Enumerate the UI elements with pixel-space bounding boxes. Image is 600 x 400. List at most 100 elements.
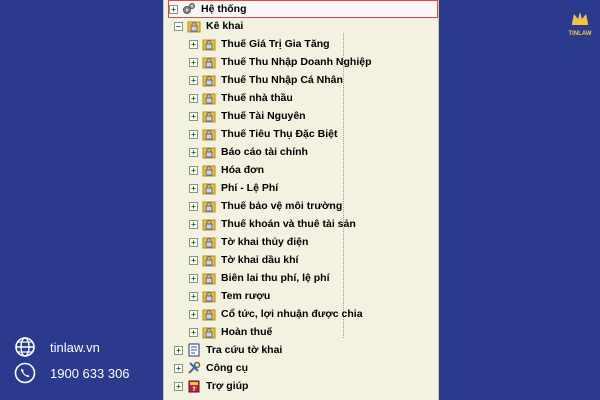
expand-icon[interactable]: +: [189, 237, 198, 247]
tree-item-label: Thuế bảo vệ môi trường: [221, 200, 343, 212]
tree-item-label: Trợ giúp: [206, 380, 249, 392]
navigation-tree-panel: + Hệ thống − Kê khai + Thuế Giá Trị Gia …: [163, 0, 439, 400]
expand-icon[interactable]: +: [189, 201, 198, 211]
folder-lock-icon: [202, 253, 216, 267]
folder-lock-icon: [202, 307, 216, 321]
tree-item-label: Tờ khai dầu khí: [221, 254, 299, 266]
tree-item-label: Thuế Tài Nguyên: [221, 110, 306, 122]
settings-gears-icon: [182, 2, 196, 16]
tree-item-label: Thuế nhà thầu: [221, 92, 293, 104]
expand-icon[interactable]: +: [174, 345, 183, 355]
website-contact[interactable]: tinlaw.vn: [14, 336, 100, 358]
folder-lock-icon: [202, 127, 216, 141]
expand-icon[interactable]: +: [189, 183, 198, 193]
folder-lock-icon: [202, 37, 216, 51]
expand-icon[interactable]: +: [189, 165, 198, 175]
tree-item-label: Hóa đơn: [221, 164, 265, 176]
expand-icon[interactable]: +: [189, 57, 198, 67]
tree-item-liquor-stamp[interactable]: + Tem rượu: [189, 287, 270, 305]
crown-icon: [572, 12, 588, 25]
tree-item-environment-tax[interactable]: + Thuế bảo vệ môi trường: [189, 197, 342, 215]
tree-item-label: Hệ thống: [201, 3, 247, 15]
tree-item-label: Cổ tức, lợi nhuận được chia: [221, 308, 363, 320]
folder-lock-icon: [202, 109, 216, 123]
tree-item-label: Thuế Tiêu Thụ Đặc Biệt: [221, 128, 338, 140]
brand-logo-text: TINLAW: [568, 31, 592, 37]
expand-icon[interactable]: +: [189, 273, 198, 283]
tree-item-contractor-tax[interactable]: + Thuế nhà thầu: [189, 89, 293, 107]
tree-item-label: Kê khai: [206, 20, 244, 32]
phone-contact[interactable]: 1900 633 306: [14, 362, 130, 384]
svg-text:?: ?: [192, 386, 196, 393]
folder-lock-icon: [202, 55, 216, 69]
tree-item-special-consumption-tax[interactable]: + Thuế Tiêu Thụ Đặc Biệt: [189, 125, 337, 143]
expand-icon[interactable]: +: [189, 129, 198, 139]
folder-lock-icon: [202, 217, 216, 231]
tree-item-label: Tra cứu tờ khai: [206, 344, 283, 356]
folder-lock-icon: [202, 325, 216, 339]
folder-lock-icon: [202, 271, 216, 285]
tree-item-oil-gas[interactable]: + Tờ khai dầu khí: [189, 251, 298, 269]
brand-logo: TINLAW: [563, 10, 597, 42]
tree-item-pit[interactable]: + Thuế Thu Nhập Cá Nhân: [189, 71, 343, 89]
folder-lock-icon: [187, 19, 201, 33]
expand-icon[interactable]: +: [189, 327, 198, 337]
folder-lock-icon: [202, 199, 216, 213]
folder-lock-icon: [202, 91, 216, 105]
tree-item-financial-report[interactable]: + Báo cáo tài chính: [189, 143, 308, 161]
expand-icon[interactable]: +: [189, 93, 198, 103]
expand-icon[interactable]: +: [189, 147, 198, 157]
folder-lock-icon: [202, 163, 216, 177]
tree-item-cit[interactable]: + Thuế Thu Nhập Doanh Nghiệp: [189, 53, 372, 71]
tree-item-tax-refund[interactable]: + Hoàn thuế: [189, 323, 272, 341]
tree-item-tra-cuu-to-khai[interactable]: + Tra cứu tờ khai: [174, 341, 282, 359]
tree-item-he-thong[interactable]: + Hệ thống: [168, 0, 438, 18]
tree-item-label: Thuế Giá Trị Gia Tăng: [221, 38, 330, 50]
tree-item-ke-khai[interactable]: − Kê khai: [174, 17, 243, 35]
tree-guide-line: [343, 33, 344, 338]
tree-item-invoice[interactable]: + Hóa đơn: [189, 161, 264, 179]
tree-item-label: Tem rượu: [221, 290, 271, 302]
help-book-icon: ?: [187, 379, 201, 393]
tree-item-lump-sum-tax[interactable]: + Thuế khoán và thuê tài sản: [189, 215, 356, 233]
expand-icon[interactable]: +: [189, 111, 198, 121]
tree-item-vat[interactable]: + Thuế Giá Trị Gia Tăng: [189, 35, 330, 53]
tree-item-tro-giup[interactable]: + ? Trợ giúp: [174, 377, 248, 395]
website-text: tinlaw.vn: [50, 339, 100, 355]
tree-item-cong-cu[interactable]: + Công cụ: [174, 359, 248, 377]
tree-item-fees[interactable]: + Phí - Lệ Phí: [189, 179, 278, 197]
expand-icon[interactable]: +: [189, 255, 198, 265]
tree-item-label: Biên lai thu phí, lệ phí: [221, 272, 330, 284]
tree-item-resource-tax[interactable]: + Thuế Tài Nguyên: [189, 107, 306, 125]
globe-icon: [14, 336, 36, 358]
tree-item-label: Báo cáo tài chính: [221, 146, 308, 158]
tree-item-label: Thuế Thu Nhập Cá Nhân: [221, 74, 343, 86]
tree-item-label: Thuế khoán và thuê tài sản: [221, 218, 356, 230]
folder-lock-icon: [202, 181, 216, 195]
tree-item-label: Hoàn thuế: [221, 326, 273, 338]
tree-item-label: Công cụ: [206, 362, 248, 374]
tree-item-hydropower[interactable]: + Tờ khai thủy điện: [189, 233, 308, 251]
expand-icon[interactable]: +: [189, 75, 198, 85]
folder-lock-icon: [202, 73, 216, 87]
collapse-icon[interactable]: −: [174, 21, 183, 31]
tree-item-label: Phí - Lệ Phí: [221, 182, 279, 194]
expand-icon[interactable]: +: [174, 381, 183, 391]
phone-text: 1900 633 306: [50, 365, 130, 381]
folder-lock-icon: [202, 235, 216, 249]
tree-item-label: Tờ khai thủy điện: [221, 236, 309, 248]
expand-icon[interactable]: +: [189, 39, 198, 49]
expand-icon[interactable]: +: [189, 309, 198, 319]
phone-icon: [14, 362, 36, 384]
tree-item-label: Thuế Thu Nhập Doanh Nghiệp: [221, 56, 372, 68]
tree-item-dividends[interactable]: + Cổ tức, lợi nhuận được chia: [189, 305, 363, 323]
expand-icon[interactable]: +: [174, 363, 183, 373]
expand-icon[interactable]: +: [169, 4, 178, 14]
folder-lock-icon: [202, 145, 216, 159]
tree-item-fee-receipt[interactable]: + Biên lai thu phí, lệ phí: [189, 269, 330, 287]
expand-icon[interactable]: +: [189, 291, 198, 301]
folder-lock-icon: [202, 289, 216, 303]
lookup-doc-icon: [187, 343, 201, 357]
tools-icon: [187, 361, 201, 375]
expand-icon[interactable]: +: [189, 219, 198, 229]
